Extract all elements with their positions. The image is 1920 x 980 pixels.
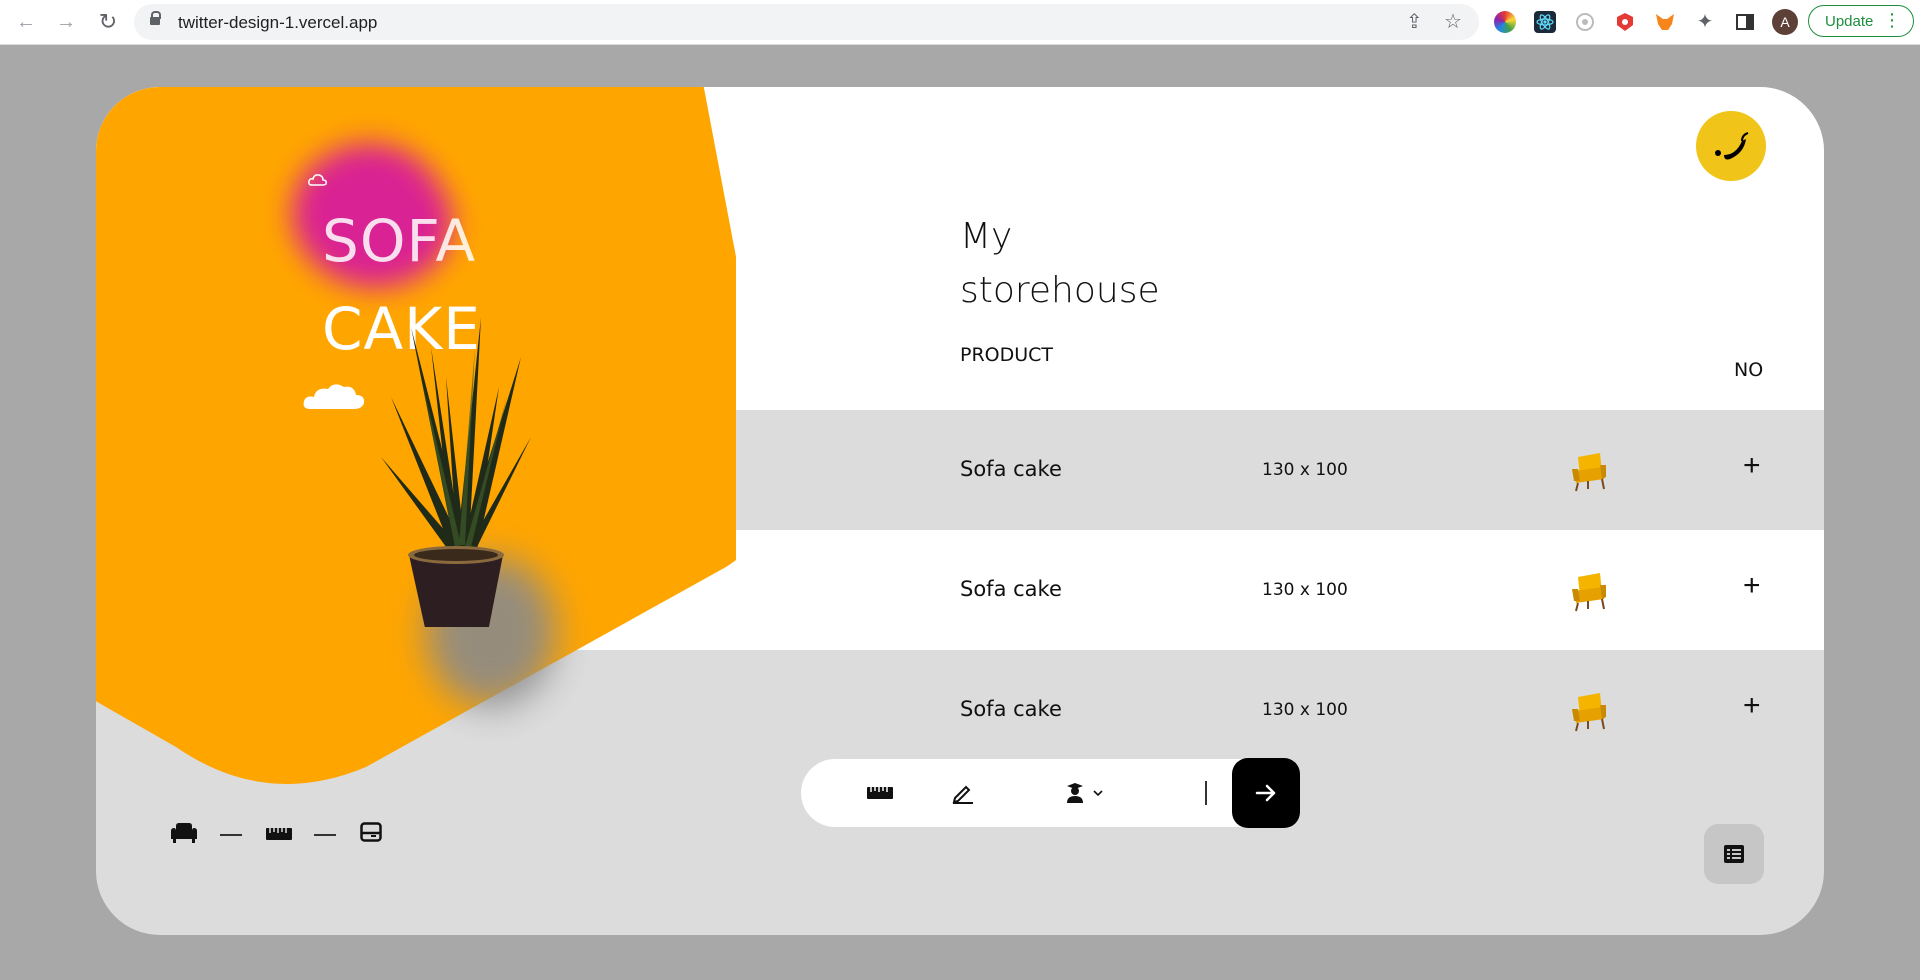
chevron-down-icon <box>1093 790 1103 797</box>
ruler-icon <box>867 787 893 799</box>
arrow-right-icon <box>1255 784 1276 802</box>
ruler-tool-button[interactable] <box>867 759 893 827</box>
list-icon <box>1724 845 1744 863</box>
share-icon[interactable]: ⇪ <box>1406 11 1423 33</box>
armchair-icon <box>1572 453 1606 492</box>
user-graduate-icon <box>1067 783 1083 803</box>
cloud-icon <box>308 174 327 186</box>
update-button[interactable]: Update ⋮ <box>1808 5 1914 37</box>
toolbar-divider <box>1205 781 1207 805</box>
browser-toolbar: ← → ↻ twitter-design-1.vercel.app ⇪ ☆ ✦ … <box>0 0 1920 45</box>
plant-image <box>381 317 531 627</box>
product-size: 130 x 100 <box>1262 700 1348 720</box>
submit-arrow-button[interactable] <box>1232 758 1300 828</box>
list-menu-button[interactable] <box>1704 824 1764 884</box>
pager-divider <box>220 834 242 836</box>
product-name: Sofa cake <box>960 577 1062 601</box>
lock-icon <box>150 11 161 25</box>
app-card: SOFA CAKE My storehouse PRODUCT NO Sofa … <box>96 87 1824 935</box>
address-bar[interactable]: twitter-design-1.vercel.app ⇪ ☆ <box>134 4 1479 40</box>
edit-tool-button[interactable] <box>951 759 975 827</box>
user-select-button[interactable] <box>1065 759 1103 827</box>
page-title-line1: My <box>960 216 1013 257</box>
add-button[interactable]: + <box>1743 451 1761 481</box>
more-menu-icon: ⋮ <box>1883 10 1901 30</box>
bookmark-star-icon[interactable]: ☆ <box>1444 11 1462 33</box>
metamask-extension-icon[interactable] <box>1654 11 1676 33</box>
column-header-no: NO <box>1734 359 1764 381</box>
product-name: Sofa cake <box>960 697 1062 721</box>
chili-logo-icon <box>1715 132 1749 160</box>
brand-logo[interactable] <box>1696 111 1766 181</box>
bottom-toolbar <box>801 759 1279 827</box>
armchair-icon <box>1572 693 1606 732</box>
reload-button[interactable]: ↻ <box>96 9 120 34</box>
update-label: Update <box>1825 12 1874 30</box>
ruler-icon[interactable] <box>266 828 292 840</box>
shield-extension-icon[interactable] <box>1614 11 1636 33</box>
side-panel-icon[interactable] <box>1734 11 1756 33</box>
pager-divider <box>314 834 336 836</box>
hero-title-line1: SOFA <box>322 207 477 275</box>
page-title: My storehouse <box>960 210 1160 318</box>
armchair-icon <box>1572 573 1606 612</box>
pencil-icon <box>952 785 973 804</box>
cloud-icon <box>303 384 365 409</box>
panel-icon[interactable] <box>360 822 382 842</box>
page-title-line2: storehouse <box>960 270 1160 311</box>
back-button[interactable]: ← <box>14 10 38 34</box>
add-button[interactable]: + <box>1743 691 1761 721</box>
extensions-puzzle-icon[interactable]: ✦ <box>1694 11 1716 33</box>
sofa-icon[interactable] <box>170 822 198 844</box>
column-header-product: PRODUCT <box>960 344 1054 366</box>
product-name: Sofa cake <box>960 457 1062 481</box>
product-size: 130 x 100 <box>1262 580 1348 600</box>
add-button[interactable]: + <box>1743 571 1761 601</box>
url-text: twitter-design-1.vercel.app <box>178 13 378 32</box>
target-extension-icon[interactable] <box>1574 11 1596 33</box>
product-size: 130 x 100 <box>1262 460 1348 480</box>
color-picker-extension-icon[interactable] <box>1494 11 1516 33</box>
react-devtools-extension-icon[interactable] <box>1534 11 1556 33</box>
profile-avatar[interactable]: A <box>1772 9 1798 35</box>
forward-button[interactable]: → <box>54 10 78 34</box>
